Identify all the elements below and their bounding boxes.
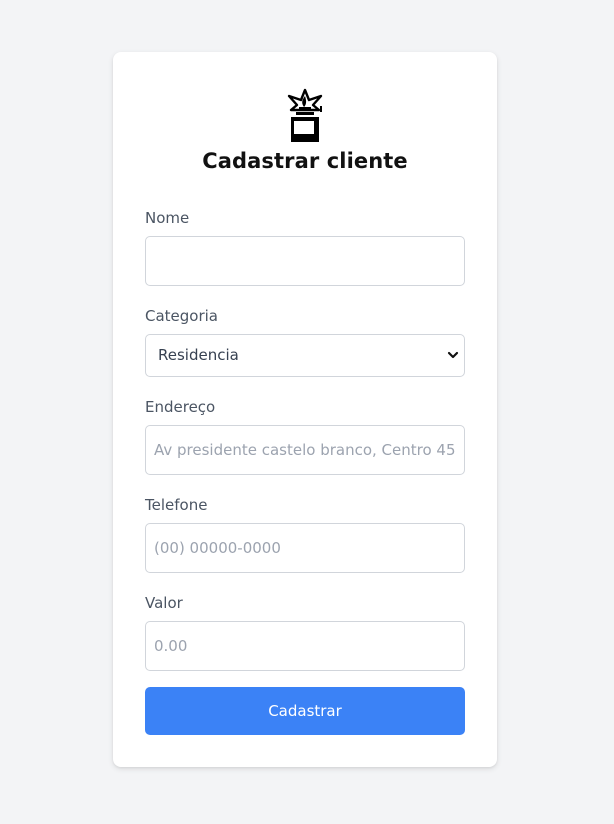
categoria-label: Categoria (145, 307, 219, 325)
nome-input[interactable] (145, 236, 465, 286)
endereco-input[interactable] (145, 425, 465, 475)
signup-card: Cadastrar cliente Nome Categoria Residen… (113, 52, 497, 767)
valor-input[interactable] (145, 621, 465, 671)
valor-label: Valor (145, 594, 183, 612)
endereco-label: Endereço (145, 398, 216, 416)
categoria-select[interactable]: Residencia (145, 334, 465, 377)
categoria-selected-value: Residencia (158, 346, 239, 364)
gas-stove-flame-icon (287, 88, 323, 142)
chevron-down-icon (447, 351, 459, 359)
page-title: Cadastrar cliente (202, 149, 408, 173)
telefone-label: Telefone (145, 496, 208, 514)
nome-label: Nome (145, 209, 190, 227)
cadastrar-button[interactable]: Cadastrar (145, 687, 465, 735)
telefone-input[interactable] (145, 523, 465, 573)
